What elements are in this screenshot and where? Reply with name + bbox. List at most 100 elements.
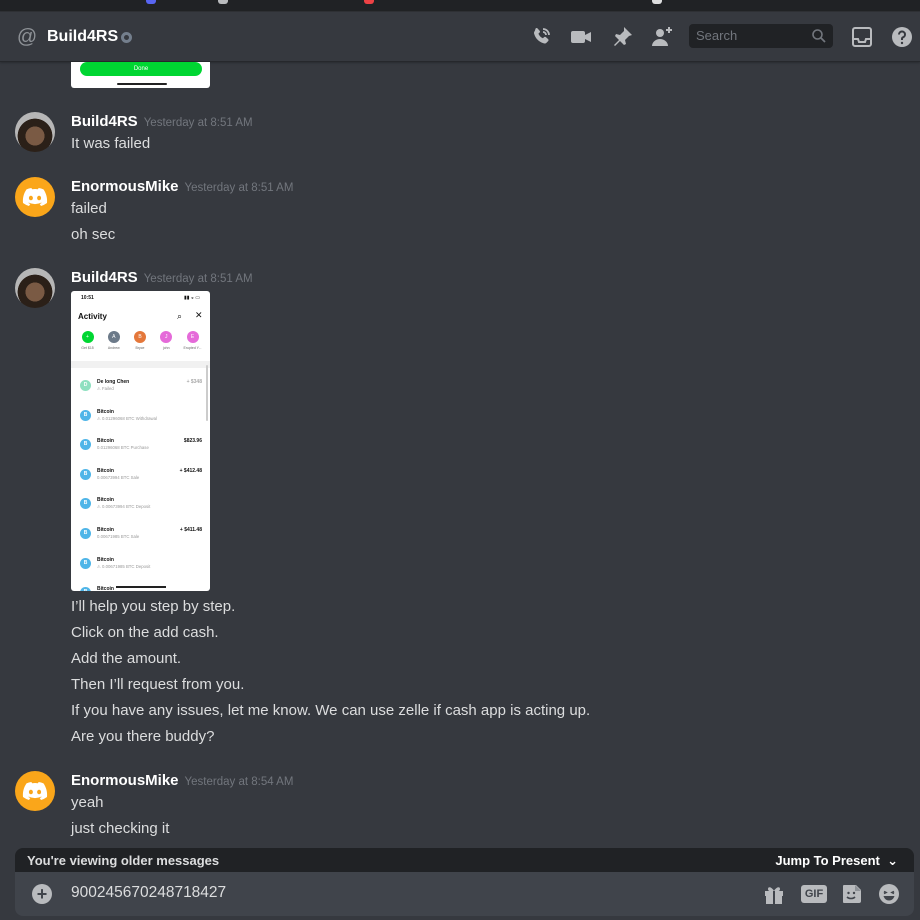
- activity-amount: + $412.48: [179, 467, 202, 474]
- offline-status-icon: [121, 32, 132, 43]
- author-name[interactable]: Build4RS: [71, 269, 138, 286]
- jump-to-present-label: Jump To Present: [775, 853, 880, 868]
- message-author[interactable]: Build4RS Yesterday at 8:51 AM: [71, 269, 253, 286]
- activity-title: Activity: [78, 312, 107, 321]
- tab-favicon[interactable]: [364, 0, 374, 4]
- message-text: Add the amount.: [71, 650, 182, 667]
- home-indicator: [116, 586, 166, 588]
- message-text: Then I’ll request from you.: [71, 676, 245, 693]
- activity-amount: + $411.48: [179, 526, 202, 533]
- contact-label: Bryce: [135, 346, 145, 350]
- gift-icon[interactable]: [762, 882, 786, 906]
- sticker-icon[interactable]: [840, 882, 864, 906]
- message-input[interactable]: 900245670248718427: [71, 884, 226, 902]
- activity-amount: $823.96: [183, 438, 202, 445]
- activity-name: Bitcoin: [97, 556, 114, 563]
- activity-detail: ⚠ 0.00673994 BTC Deposit: [97, 504, 151, 510]
- activity-name: Bitcoin: [97, 408, 114, 415]
- activity-name: Bitcoin: [97, 526, 114, 533]
- activity-row: B Bitcoin 0.01296068 BTC Purchase $823.96: [71, 430, 210, 460]
- activity-row: B Bitcoin ⚠ 0.01296068 BTC Withdrawal: [71, 401, 210, 431]
- phone-time: 10:51: [81, 295, 94, 301]
- author-name[interactable]: EnormousMike: [71, 178, 179, 195]
- activity-row: B Bitcoin: [71, 578, 210, 591]
- avatar[interactable]: [15, 177, 55, 217]
- message-timestamp: Yesterday at 8:51 AM: [143, 273, 253, 285]
- activity-icon: B: [80, 557, 91, 569]
- activity-name: Bitcoin: [97, 586, 114, 591]
- tab-favicon[interactable]: [652, 0, 662, 4]
- contact-item: B Bryce: [128, 331, 153, 350]
- contact-avatar: J: [160, 331, 173, 343]
- activity-detail: ⚠ 0.01296068 BTC Withdrawal: [97, 415, 157, 421]
- close-icon: ✕: [195, 310, 203, 320]
- activity-detail: 0.01296068 BTC Purchase: [97, 445, 149, 451]
- contact-label: john: [162, 346, 170, 350]
- chevron-down-icon: ⌄: [887, 853, 898, 868]
- divider: [71, 361, 210, 368]
- activity-detail: ⚠ 0.00671985 BTC Deposit: [97, 563, 151, 569]
- search-input[interactable]: Search: [689, 24, 833, 48]
- message-text: Click on the add cash.: [71, 624, 219, 641]
- message-text: It was failed: [71, 135, 151, 152]
- message-text: If you have any issues, let me know. We …: [71, 702, 591, 719]
- activity-icon: D: [80, 380, 91, 391]
- search-icon: ⌕: [177, 311, 183, 321]
- author-name[interactable]: EnormousMike: [71, 772, 179, 789]
- message-timestamp: Yesterday at 8:51 AM: [184, 182, 294, 194]
- emoji-picker-icon[interactable]: [877, 882, 901, 906]
- avatar[interactable]: [15, 771, 55, 811]
- message-composer[interactable]: + 900245670248718427 GIF: [15, 872, 914, 916]
- start-video-call-icon[interactable]: [569, 25, 593, 49]
- tab-favicon[interactable]: [218, 0, 228, 4]
- avatar[interactable]: [15, 112, 55, 152]
- message-text: failed: [71, 200, 107, 217]
- activity-row: B Bitcoin 0.00671985 BTC Sale + $411.48: [71, 519, 210, 549]
- activity-detail: 0.00673994 BTC Sale: [97, 474, 140, 480]
- start-voice-call-icon[interactable]: [529, 25, 553, 49]
- older-messages-bar: You're viewing older messages Jump To Pr…: [15, 848, 914, 872]
- search-icon: [812, 29, 826, 43]
- help-icon[interactable]: [890, 25, 914, 49]
- contact-avatar: A: [107, 331, 120, 343]
- message-list[interactable]: Done Build4RS Yesterday at 8:51 AM It was…: [0, 62, 920, 848]
- discord-logo-icon: [22, 782, 48, 800]
- jump-to-present-button[interactable]: Jump To Present ⌄: [775, 853, 898, 869]
- contact-avatar: E: [186, 331, 199, 343]
- home-indicator: [117, 83, 167, 85]
- pinned-messages-icon[interactable]: [610, 25, 634, 49]
- author-name[interactable]: Build4RS: [71, 113, 138, 130]
- activity-name: Bitcoin: [97, 438, 114, 445]
- message-text: I’ll help you step by step.: [71, 598, 236, 615]
- activity-detail: ⚠ Failed: [97, 386, 114, 391]
- activity-icon: B: [80, 439, 91, 451]
- inbox-icon[interactable]: [850, 25, 874, 49]
- contact-item: Jjohn: [154, 331, 179, 350]
- activity-name: Bitcoin: [97, 497, 114, 504]
- activity-row: B Bitcoin ⚠ 0.00671985 BTC Deposit: [71, 549, 210, 579]
- tab-favicon[interactable]: [146, 0, 156, 4]
- message-text: just checking it: [71, 820, 170, 837]
- gif-icon[interactable]: GIF: [801, 882, 827, 906]
- done-button-in-image: Done: [80, 62, 202, 76]
- activity-icon: B: [80, 498, 91, 510]
- activity-icon: B: [80, 587, 91, 591]
- message-timestamp: Yesterday at 8:51 AM: [143, 117, 253, 129]
- avatar[interactable]: [15, 268, 55, 308]
- browser-tab-strip: [0, 0, 920, 12]
- image-attachment[interactable]: Done: [71, 62, 210, 88]
- activity-name: De long Chen: [97, 379, 130, 385]
- channel-header: @ Build4RS Search: [0, 12, 920, 62]
- message-text: yeah: [71, 794, 104, 811]
- activity-name: Bitcoin: [97, 467, 114, 474]
- contact-item: E Erupted Y...: [180, 331, 205, 350]
- upload-plus-icon[interactable]: +: [32, 884, 52, 904]
- message-author[interactable]: EnormousMike Yesterday at 8:54 AM: [71, 772, 293, 789]
- activity-row: B Bitcoin ⚠ 0.00673994 BTC Deposit: [71, 489, 210, 519]
- message-author[interactable]: Build4RS Yesterday at 8:51 AM: [71, 113, 253, 130]
- contact-label: Andrew: [107, 346, 120, 350]
- message-author[interactable]: EnormousMike Yesterday at 8:51 AM: [71, 178, 293, 195]
- cash-app-screenshot-attachment[interactable]: 10:51 ▮▮ ◒ ▭ Activity ⌕ ✕ + Get $15 A Andre…: [71, 291, 210, 591]
- add-friends-to-dm-icon[interactable]: [650, 25, 674, 49]
- contact-avatar: B: [134, 331, 146, 343]
